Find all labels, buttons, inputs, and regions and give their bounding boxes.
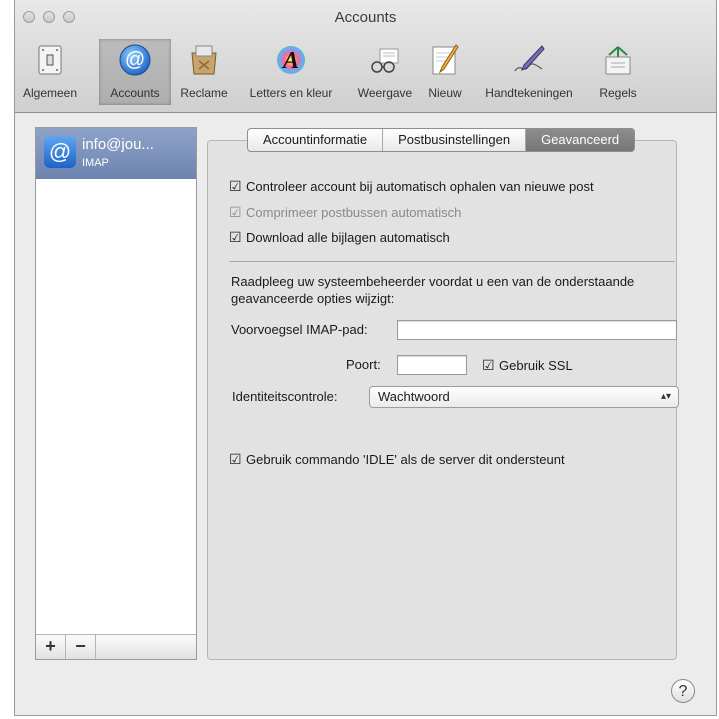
checkmark-icon: ☑ <box>229 204 242 220</box>
port-input[interactable] <box>397 355 467 375</box>
toolbar-label-letters-en-kleur: Letters en kleur <box>249 86 333 100</box>
add-account-button[interactable]: + <box>36 635 66 659</box>
auto-fetch-checkbox[interactable]: ☑ Controleer account bij automatisch opha… <box>229 177 594 195</box>
toolbar-label-weergave: Weergave <box>357 86 413 100</box>
admin-warning-text: Raadpleeg uw systeembeheerder voordat u … <box>231 274 635 306</box>
toolbar-label-handtekeningen: Handtekeningen <box>485 86 573 100</box>
window-title: Accounts <box>334 9 397 26</box>
compress-mailboxes-checkbox: ☑ Comprimeer postbussen automatisch <box>229 203 461 221</box>
download-attachments-checkbox[interactable]: ☑ Download alle bijlagen automatisch <box>229 228 450 246</box>
download-attachments-label: Download alle bijlagen automatisch <box>246 230 450 245</box>
auth-method-select[interactable]: Wachtwoord ▴▾ <box>369 386 679 408</box>
tab-geavanceerd[interactable]: Geavanceerd <box>526 129 635 151</box>
auth-method-value: Wachtwoord <box>378 389 450 404</box>
toolbar-item-algemeen[interactable]: Algemeen <box>17 39 83 105</box>
account-name: info@jou... <box>82 136 154 153</box>
toolbar-item-weergave[interactable]: Weergave <box>349 39 421 105</box>
toolbar-label-regels: Regels <box>599 86 637 100</box>
toolbar-label-nieuw: Nieuw <box>428 86 462 100</box>
use-ssl-label: Gebruik SSL <box>499 358 573 373</box>
auth-label: Identiteitscontrole: <box>232 389 338 404</box>
port-label: Poort: <box>346 357 381 372</box>
toolbar-label-reclame: Reclame <box>180 86 228 100</box>
remove-account-button[interactable]: − <box>66 635 96 659</box>
at-sign-icon: @ <box>119 44 151 76</box>
accounts-list[interactable]: @ info@jou... IMAP + − <box>35 127 197 660</box>
junk-mail-icon <box>191 45 217 75</box>
imap-prefix-input[interactable] <box>397 320 677 340</box>
toolbar-item-regels[interactable]: Regels <box>591 39 645 105</box>
help-button[interactable]: ? <box>671 679 695 703</box>
checkmark-icon: ☑ <box>229 178 242 194</box>
compress-mailboxes-label: Comprimeer postbussen automatisch <box>246 205 462 220</box>
svg-text:@: @ <box>125 49 145 71</box>
toolbar-item-accounts[interactable]: @ Accounts <box>99 39 171 105</box>
font-color-icon: A <box>277 46 305 74</box>
toolbar-item-handtekeningen[interactable]: Handtekeningen <box>469 39 589 105</box>
toolbar-item-reclame[interactable]: Reclame <box>173 39 235 105</box>
use-ssl-checkbox[interactable]: ☑ Gebruik SSL <box>482 356 573 374</box>
glasses-icon <box>371 48 399 73</box>
checkmark-icon: ☑ <box>482 357 495 373</box>
imap-prefix-label: Voorvoegsel IMAP-pad: <box>231 322 368 337</box>
at-sign-icon: @ <box>44 136 76 168</box>
tab-bar: Accountinformatie Postbusinstellingen Ge… <box>247 128 636 152</box>
toolbar-item-letters-en-kleur[interactable]: A Letters en kleur <box>237 39 345 105</box>
accounts-window: Accounts Algemeen @ Accounts Reclame A L… <box>14 0 717 716</box>
checkmark-icon: ☑ <box>229 229 242 245</box>
tab-postbusinstellingen[interactable]: Postbusinstellingen <box>383 129 527 151</box>
toolbar-item-nieuw[interactable]: Nieuw <box>423 39 467 105</box>
switch-icon <box>38 45 62 75</box>
rules-icon <box>605 46 631 75</box>
section-divider <box>229 261 675 262</box>
auto-fetch-label: Controleer account bij automatisch ophal… <box>246 179 594 194</box>
account-row[interactable]: @ info@jou... IMAP <box>36 128 196 179</box>
updown-arrows-icon: ▴▾ <box>660 391 671 402</box>
signature-pen-icon <box>514 45 545 72</box>
window-titlebar: Accounts Algemeen @ Accounts Reclame A L… <box>15 0 716 113</box>
accounts-list-footer: + − <box>36 634 196 659</box>
tab-accountinformatie[interactable]: Accountinformatie <box>248 129 384 151</box>
checkmark-icon: ☑ <box>229 451 242 467</box>
account-type: IMAP <box>82 157 109 169</box>
svg-text:A: A <box>281 48 299 74</box>
toolbar-label-accounts: Accounts <box>110 86 160 100</box>
compose-icon <box>432 44 459 75</box>
toolbar-label-algemeen: Algemeen <box>22 86 78 100</box>
idle-command-label: Gebruik commando 'IDLE' als de server di… <box>246 452 565 467</box>
idle-command-checkbox[interactable]: ☑ Gebruik commando 'IDLE' als de server d… <box>229 450 565 468</box>
